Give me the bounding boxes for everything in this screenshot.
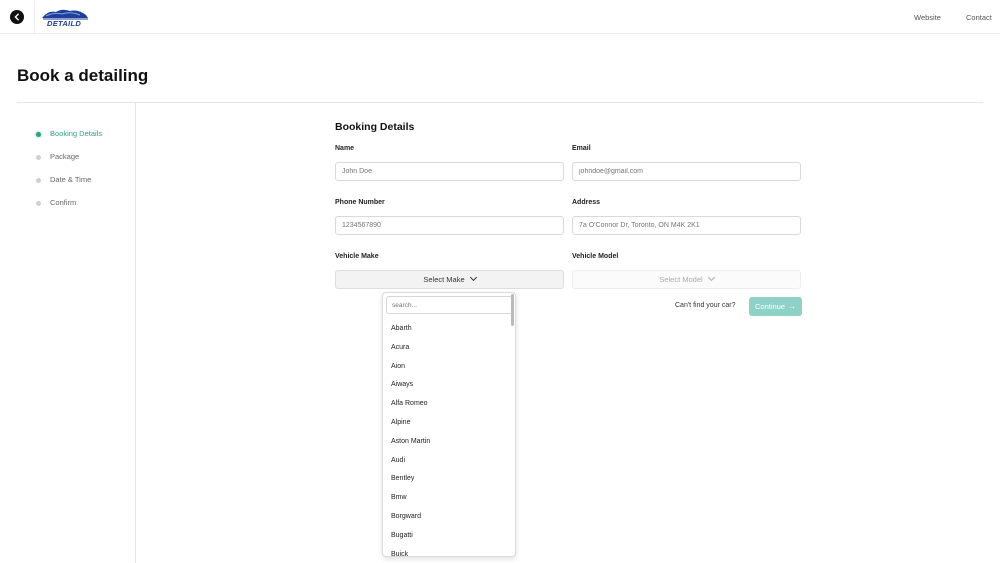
phone-field[interactable] — [335, 216, 564, 235]
cant-find-car-link[interactable]: Can't find your car? — [675, 302, 735, 309]
page-title: Book a detailing — [17, 66, 149, 85]
make-option[interactable]: Abarth — [383, 321, 513, 340]
make-search-input[interactable] — [386, 296, 513, 314]
nav-website-link[interactable]: Website — [914, 13, 941, 22]
step-label: Package — [50, 152, 80, 161]
make-option[interactable]: Alpine — [383, 415, 513, 434]
make-option[interactable]: Audi — [383, 453, 513, 472]
vehicle-make-label: Vehicle Make — [335, 253, 379, 260]
email-label: Email — [572, 145, 591, 152]
step-dot-icon — [36, 178, 41, 183]
step-dot-icon — [36, 201, 41, 206]
vehicle-model-value: Select Model — [659, 275, 703, 284]
sidebar-divider — [135, 103, 136, 563]
top-bar: DETAILD Website Contact — [0, 0, 1000, 34]
address-field[interactable] — [572, 216, 801, 235]
chevron-down-icon — [469, 273, 477, 282]
make-options-list: Abarth Acura Aion Aiways Alfa Romeo Alpi… — [383, 321, 513, 556]
make-option[interactable]: Bmw — [383, 490, 513, 509]
name-label: Name — [335, 145, 355, 152]
back-button[interactable] — [10, 10, 24, 24]
phone-label: Phone Number — [335, 199, 385, 206]
arrow-right-icon: → — [788, 302, 796, 311]
step-active-dot-icon — [36, 132, 41, 137]
vehicle-model-label: Vehicle Model — [572, 253, 619, 260]
logo-text: DETAILD — [47, 19, 82, 28]
make-option[interactable]: Alfa Romeo — [383, 396, 513, 415]
make-option[interactable]: Bentley — [383, 471, 513, 490]
detaild-logo[interactable]: DETAILD — [40, 6, 90, 28]
vehicle-make-select[interactable]: Select Make — [335, 270, 564, 289]
make-option[interactable]: Borgward — [383, 509, 513, 528]
header-divider — [34, 0, 35, 34]
name-field[interactable] — [335, 162, 564, 181]
section-title: Booking Details — [335, 121, 415, 133]
chevron-left-icon — [14, 13, 19, 21]
step-label: Date & Time — [50, 175, 92, 184]
make-option[interactable]: Aion — [383, 359, 513, 378]
title-divider — [17, 102, 983, 103]
vehicle-make-value: Select Make — [423, 275, 465, 284]
step-label: Booking Details — [50, 129, 103, 138]
step-dot-icon — [36, 155, 41, 160]
chevron-down-icon — [707, 273, 715, 282]
nav-contact-link[interactable]: Contact — [966, 13, 992, 22]
make-option[interactable]: Acura — [383, 340, 513, 359]
vehicle-model-select[interactable]: Select Model — [572, 270, 801, 289]
make-option[interactable]: Aston Martin — [383, 434, 513, 453]
continue-label: Continue — [755, 302, 786, 311]
address-label: Address — [572, 199, 601, 206]
step-label: Confirm — [50, 198, 77, 207]
make-option[interactable]: Bugatti — [383, 528, 513, 547]
email-field[interactable] — [572, 162, 801, 181]
make-option[interactable]: Aiways — [383, 377, 513, 396]
vehicle-make-dropdown[interactable]: Abarth Acura Aion Aiways Alfa Romeo Alpi… — [382, 292, 516, 557]
make-option[interactable]: Buick — [383, 547, 513, 556]
continue-button[interactable]: Continue → — [749, 297, 802, 316]
